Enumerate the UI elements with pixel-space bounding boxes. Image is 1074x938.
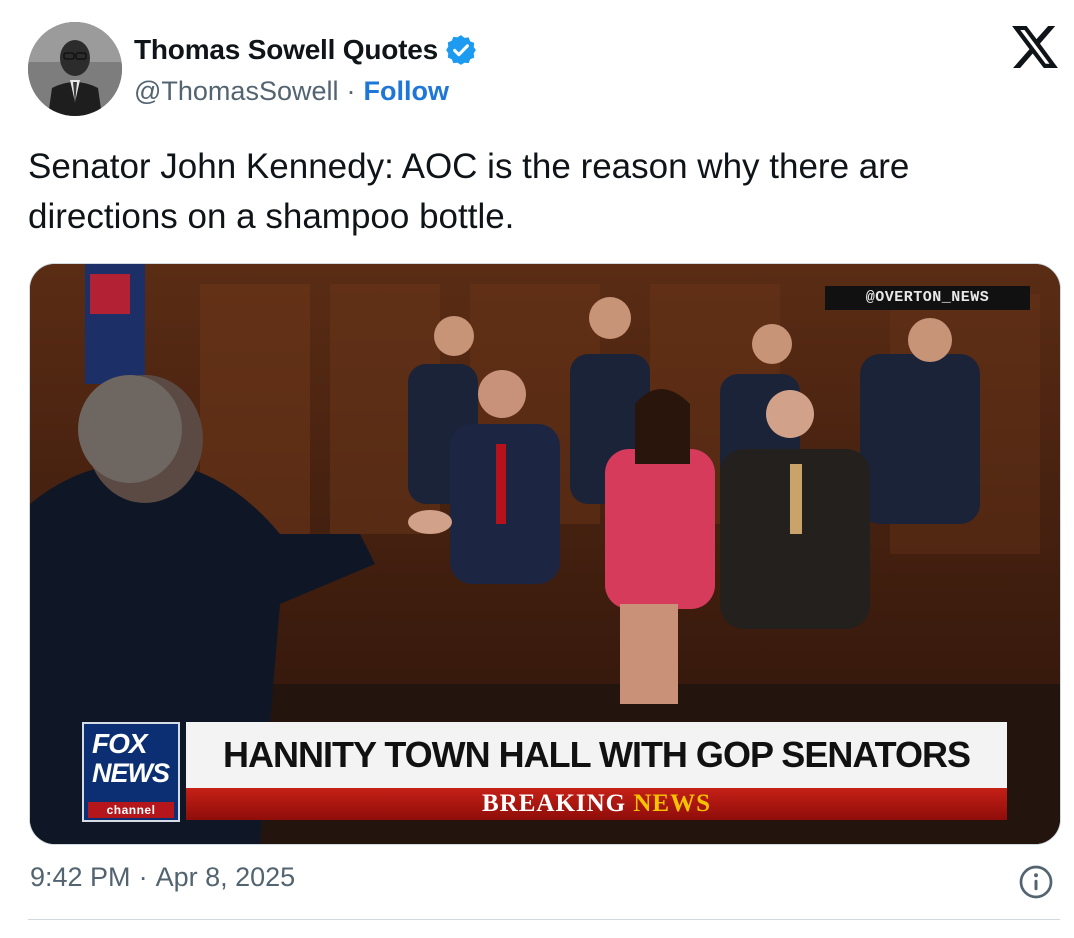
tweet-date: Apr 8, 2025 [155, 862, 296, 892]
handle-separator: · [346, 76, 356, 106]
footer-divider [28, 919, 1060, 920]
tweet-timestamp[interactable]: 9:42 PM · Apr 8, 2025 [30, 862, 295, 893]
video-watermark: @OVERTON_NEWS [825, 286, 1030, 310]
logo-channel-text: channel [88, 802, 174, 818]
author-display-name[interactable]: Thomas Sowell Quotes [134, 34, 438, 66]
logo-news-text: NEWS [92, 758, 170, 788]
fox-news-logo: FOX NEWS channel [82, 722, 180, 822]
info-icon[interactable] [1018, 864, 1054, 900]
news-headline: HANNITY TOWN HALL WITH GOP SENATORS [186, 722, 1007, 788]
author-handle[interactable]: @ThomasSowell [134, 76, 338, 107]
breaking-news-label: NEWS [633, 790, 712, 817]
author-name-row: Thomas Sowell Quotes [134, 30, 478, 70]
breaking-news-bar: BREAKING NEWS [186, 788, 1007, 820]
verified-badge-icon [446, 35, 476, 65]
tweet-media-video[interactable]: @OVERTON_NEWS FOX NEWS channel HANNITY T… [29, 263, 1061, 845]
timestamp-separator: · [138, 862, 148, 892]
news-lower-third: FOX NEWS channel HANNITY TOWN HALL WITH … [82, 722, 1007, 822]
author-avatar[interactable] [28, 22, 122, 116]
logo-fox-text: FOX [92, 728, 148, 759]
author-handle-row: @ThomasSowell · Follow [134, 76, 449, 107]
tweet-text: Senator John Kennedy: AOC is the reason … [28, 147, 910, 236]
follow-button[interactable]: Follow [363, 76, 448, 107]
tweet-time: 9:42 PM [30, 862, 131, 892]
avatar-image [28, 22, 122, 116]
breaking-label: BREAKING [481, 790, 627, 817]
x-logo-icon[interactable] [1012, 26, 1058, 68]
